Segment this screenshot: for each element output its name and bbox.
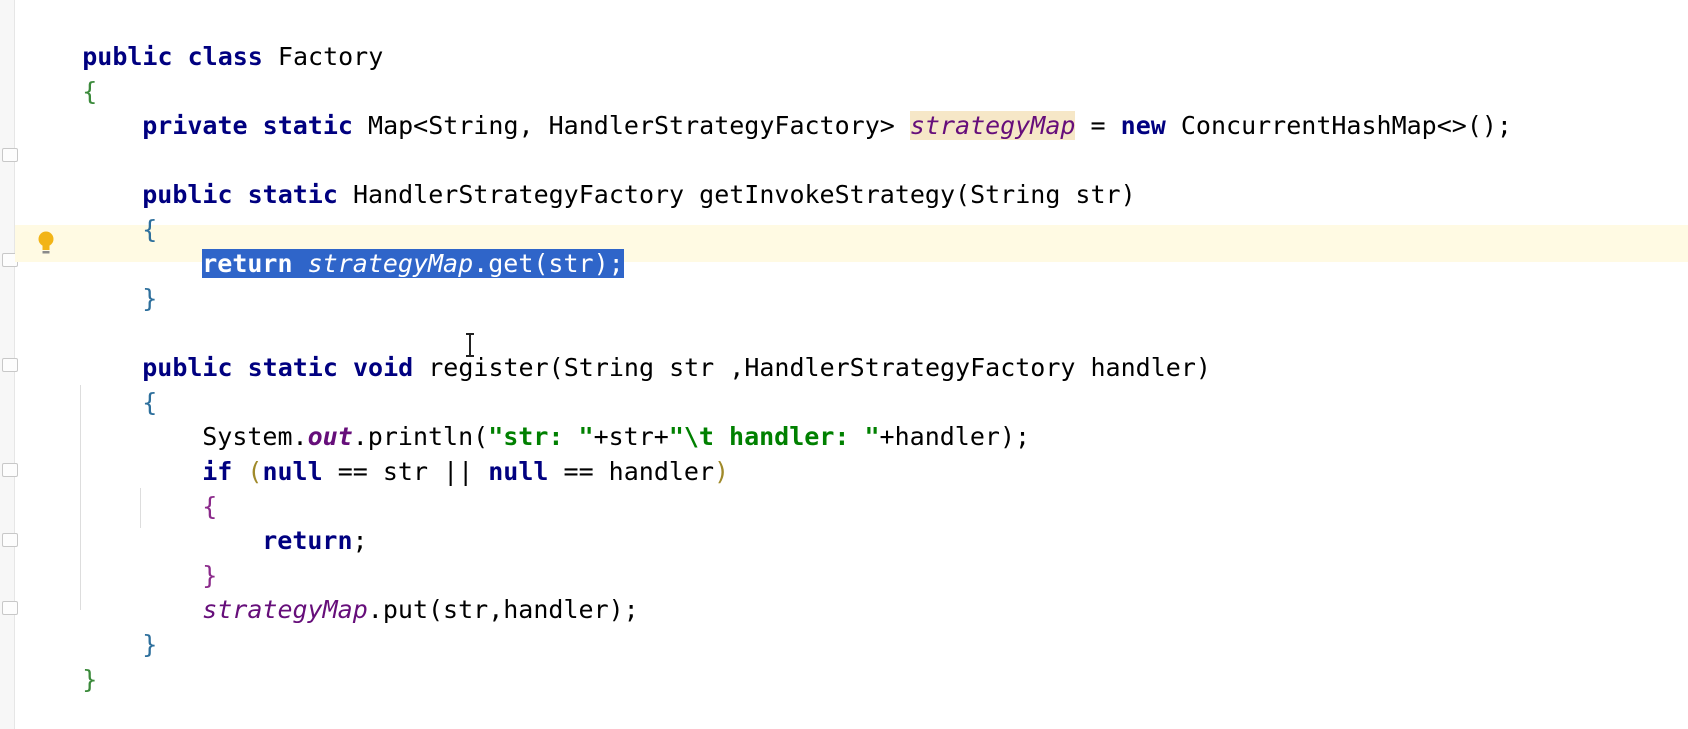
- return-semicolon: ;: [352, 526, 368, 555]
- keyword-private: private: [142, 111, 248, 140]
- return-call: .get(str);: [473, 249, 624, 278]
- fold-marker-method2[interactable]: [2, 358, 18, 372]
- class-name: Factory: [277, 42, 384, 71]
- editor-gutter[interactable]: [0, 0, 18, 729]
- fold-marker-method2-end[interactable]: [2, 601, 18, 615]
- fold-marker-method1[interactable]: [2, 148, 18, 162]
- keyword-static: static: [247, 180, 338, 209]
- code-line-method1-open[interactable]: {: [82, 174, 157, 244]
- field-initializer: ConcurrentHashMap<>();: [1180, 111, 1512, 140]
- fold-marker-if-end[interactable]: [2, 533, 18, 547]
- code-line-return-selected[interactable]: return strategyMap.get(str);: [142, 208, 624, 278]
- println-end: +handler);: [879, 422, 1031, 451]
- code-line-class-open[interactable]: {: [22, 36, 97, 106]
- field-type: Map<String, HandlerStrategyFactory>: [368, 111, 895, 140]
- assign-operator: =: [1090, 111, 1106, 140]
- method2-close-brace: }: [142, 630, 158, 659]
- field-ref-strategymap: strategyMap: [202, 595, 368, 624]
- keyword-null: null: [262, 457, 323, 486]
- keyword-return: return: [202, 249, 293, 278]
- code-line-method2-signature[interactable]: public static void register(String str ,…: [82, 312, 1211, 382]
- method1-close-brace: }: [142, 284, 158, 313]
- keyword-static: static: [262, 111, 353, 140]
- keyword-static: static: [247, 353, 338, 382]
- indent-guide: [140, 488, 141, 528]
- lightbulb-icon[interactable]: [36, 230, 56, 256]
- code-line-method2-open[interactable]: {: [82, 347, 157, 417]
- code-line-if[interactable]: if (null == str || null == handler): [142, 416, 729, 486]
- method2-signature: register(String str ,HandlerStrategyFact…: [428, 353, 1211, 382]
- indent-guide: [80, 385, 81, 610]
- code-line-method1-signature[interactable]: public static HandlerStrategyFactory get…: [82, 139, 1135, 209]
- if-open-paren: (: [247, 457, 263, 486]
- text-cursor-icon: [466, 333, 474, 357]
- code-line-println[interactable]: System.out.println("str: "+str+"\t handl…: [142, 381, 1030, 451]
- code-line-if-open[interactable]: {: [142, 451, 217, 521]
- field-ref-strategymap: strategyMap: [307, 249, 474, 278]
- code-line-if-close[interactable]: }: [142, 520, 217, 590]
- keyword-void: void: [352, 353, 414, 382]
- code-line-method1-close[interactable]: }: [82, 243, 157, 313]
- code-line-return-void[interactable]: return;: [202, 485, 367, 555]
- keyword-null: null: [488, 457, 549, 486]
- code-line-put[interactable]: strategyMap.put(str,handler);: [142, 554, 639, 624]
- code-line-class-close[interactable]: }: [22, 624, 97, 694]
- field-name-strategymap: strategyMap: [909, 111, 1076, 140]
- if-close-paren: ): [714, 457, 730, 486]
- code-editor[interactable]: public class Factory { private static Ma…: [0, 0, 1688, 729]
- code-line-method2-close[interactable]: }: [82, 589, 157, 659]
- keyword-class: class: [187, 42, 263, 71]
- text-selection[interactable]: return strategyMap.get(str);: [202, 249, 624, 278]
- class-close-brace: }: [82, 665, 98, 694]
- put-call: .put(str,handler);: [367, 595, 639, 624]
- if-condition-a: == str ||: [322, 457, 489, 486]
- keyword-return: return: [262, 526, 353, 555]
- code-line-field[interactable]: private static Map<String, HandlerStrate…: [82, 70, 1512, 140]
- method1-signature: HandlerStrategyFactory getInvokeStrategy…: [352, 180, 1136, 209]
- code-line-class-header[interactable]: public class Factory: [22, 1, 383, 71]
- fold-marker-if[interactable]: [2, 463, 18, 477]
- if-condition-b: == handler: [548, 457, 715, 486]
- keyword-new: new: [1120, 111, 1166, 140]
